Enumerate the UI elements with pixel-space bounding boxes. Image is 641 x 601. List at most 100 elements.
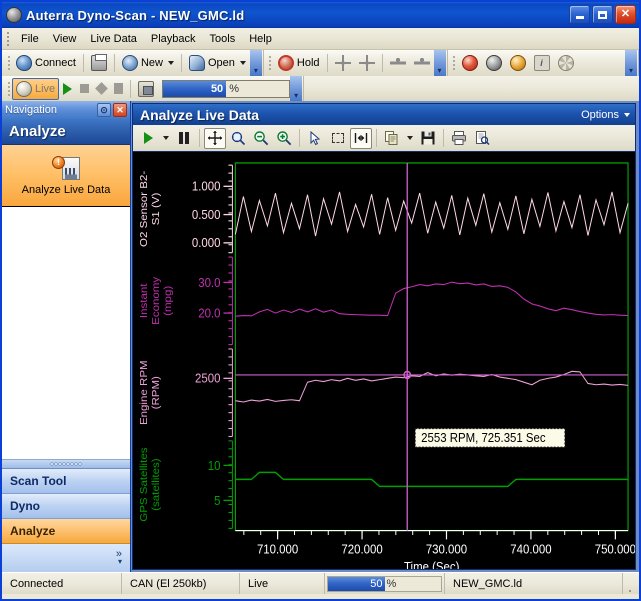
- print-button[interactable]: [87, 52, 111, 74]
- record-icon: [95, 82, 109, 95]
- close-button[interactable]: ✕: [615, 5, 636, 24]
- status-bar: Connected CAN (El 250kb) Live 50 % NEW_G…: [2, 572, 639, 594]
- live-button[interactable]: Live: [12, 77, 60, 100]
- chart-zoom-fit-button[interactable]: [227, 128, 249, 149]
- chart-plot-area[interactable]: 0.000 0.500 1.000 O2 Sensor B2- S1 (V) 20.0 30…: [132, 151, 636, 570]
- navigation-title-bar: Navigation ⊙ ✕: [2, 101, 130, 119]
- collapse-all-button[interactable]: [355, 52, 379, 74]
- page-title: Analyze Live Data: [140, 106, 260, 123]
- play-icon: [143, 132, 153, 144]
- sidebar-item-scan-tool[interactable]: Scan Tool: [2, 469, 130, 494]
- menu-item-file[interactable]: File: [14, 31, 46, 47]
- y-axis-tick-label: 2500: [195, 371, 221, 386]
- inspect-button[interactable]: [506, 52, 530, 74]
- chart-play-dropdown[interactable]: [160, 128, 172, 149]
- y-axis-tick-label: 30.0: [198, 275, 221, 290]
- menu-item-tools[interactable]: Tools: [203, 31, 243, 47]
- record-button[interactable]: [93, 78, 110, 100]
- minimize-button[interactable]: [569, 5, 590, 24]
- open-label: Open: [208, 57, 235, 69]
- freeze-frame-button[interactable]: [482, 52, 506, 74]
- new-button[interactable]: New: [118, 52, 178, 74]
- status-progress-fill: 50: [328, 576, 385, 591]
- hold-label: Hold: [296, 57, 320, 69]
- toolbar-separator: [376, 129, 377, 147]
- chart-pan-button[interactable]: [204, 127, 226, 149]
- chart-zoom-in-button[interactable]: [273, 128, 295, 149]
- menu-item-playback[interactable]: Playback: [144, 31, 203, 47]
- marquee-select-icon: [332, 133, 344, 143]
- options-menu-button[interactable]: Options: [581, 109, 630, 121]
- hold-button[interactable]: Hold: [274, 52, 324, 74]
- chevron-down-icon[interactable]: [239, 61, 246, 65]
- expand-branch-button[interactable]: [386, 52, 410, 74]
- main-body: Navigation ⊙ ✕ Analyze ! Analyze Live Da…: [2, 101, 639, 572]
- auto-hide-icon[interactable]: ⊙: [97, 103, 111, 117]
- info-button[interactable]: i: [530, 52, 554, 74]
- menu-item-help[interactable]: Help: [242, 31, 279, 47]
- toolbar-overflow-button[interactable]: ▾: [433, 50, 446, 76]
- resize-grip-icon[interactable]: [623, 573, 639, 594]
- menu-grip-icon[interactable]: [5, 31, 11, 47]
- chart-print-button[interactable]: [448, 128, 470, 149]
- close-icon[interactable]: ✕: [113, 103, 127, 117]
- navigation-splitter[interactable]: [2, 460, 130, 469]
- snapshot-button[interactable]: [134, 78, 158, 100]
- status-protocol: CAN (El 250kb): [122, 573, 240, 594]
- dtc-button[interactable]: [458, 52, 482, 74]
- menu-item-view[interactable]: View: [46, 31, 84, 47]
- chart-pause-button[interactable]: [173, 128, 195, 149]
- collapse-branch-icon: [413, 55, 430, 71]
- menu-item-live-data[interactable]: Live Data: [83, 31, 143, 47]
- pause-button[interactable]: [110, 78, 127, 100]
- toolbar-band-file: Connect New Open ▾: [2, 50, 264, 76]
- hold-icon: [277, 55, 294, 71]
- connect-button[interactable]: Connect: [12, 52, 80, 74]
- toolbar-separator: [299, 129, 300, 147]
- chart-svg: 0.000 0.500 1.000 O2 Sensor B2- S1 (V) 20.0 30…: [138, 162, 635, 569]
- zoom-in-icon: [277, 131, 292, 146]
- toolbar-grip-icon[interactable]: [5, 54, 12, 72]
- y-axis-tick-label: 0.500: [192, 207, 221, 222]
- expand-all-button[interactable]: [331, 52, 355, 74]
- playback-progress-bar[interactable]: 50 %: [162, 79, 291, 98]
- toolbar-overflow-button[interactable]: ▾: [290, 76, 303, 101]
- play-button[interactable]: [59, 78, 76, 100]
- collapse-branch-button[interactable]: [410, 52, 434, 74]
- toolbar-separator: [181, 54, 182, 72]
- open-button[interactable]: Open: [185, 52, 250, 74]
- chart-cursor-snap-button[interactable]: [350, 127, 372, 149]
- stop-button[interactable]: [76, 78, 93, 100]
- save-icon: [421, 131, 435, 145]
- chart-copy-dropdown[interactable]: [404, 128, 416, 149]
- window-controls: ✕: [569, 5, 636, 24]
- sidebar-item-analyze[interactable]: Analyze: [2, 519, 130, 544]
- chart-print-preview-button[interactable]: [471, 128, 493, 149]
- toolbar-grip-icon[interactable]: [451, 54, 458, 72]
- settings-button[interactable]: [554, 52, 578, 74]
- chart-copy-button[interactable]: [381, 128, 403, 149]
- stop-icon: [80, 84, 90, 93]
- chart-marquee-button[interactable]: [327, 128, 349, 149]
- maximize-button[interactable]: [592, 5, 613, 24]
- toolbar-band-playback: Live 50 % ▾: [2, 76, 305, 101]
- sidebar-item-label: Dyno: [10, 499, 40, 513]
- zoom-fit-icon: [231, 131, 246, 146]
- sidebar-item-analyze-live-data[interactable]: ! Analyze Live Data: [2, 145, 130, 207]
- toolbar-overflow-button[interactable]: ▾: [625, 50, 637, 76]
- navigation-panel: Navigation ⊙ ✕ Analyze ! Analyze Live Da…: [2, 101, 131, 572]
- chart-save-button[interactable]: [417, 128, 439, 149]
- navigation-more-button[interactable]: » ▾: [2, 544, 130, 572]
- chart-pointer-button[interactable]: [304, 128, 326, 149]
- chevron-down-icon[interactable]: [168, 61, 174, 65]
- chart-zoom-out-button[interactable]: [250, 128, 272, 149]
- y-axis-title-line: (mpg): [162, 286, 173, 316]
- zoom-out-icon: [254, 131, 269, 146]
- sidebar-item-dyno[interactable]: Dyno: [2, 494, 130, 519]
- toolbar-overflow-button[interactable]: ▾: [249, 50, 262, 76]
- chevron-down-icon: ▾: [117, 557, 122, 566]
- chart-play-button[interactable]: [137, 128, 159, 149]
- toolbar-grip-icon[interactable]: [267, 54, 274, 72]
- series-line-1: [235, 281, 629, 317]
- toolbar-grip-icon[interactable]: [5, 80, 12, 98]
